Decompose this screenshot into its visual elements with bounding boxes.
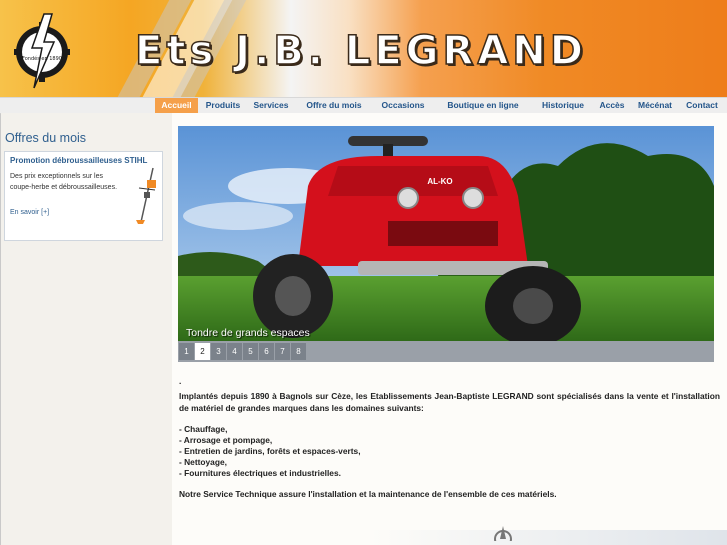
mower-brand: AL-KO (427, 177, 452, 186)
nav-item-services[interactable]: Services (251, 98, 291, 113)
nav-item-mecenat[interactable]: Mécénat (635, 98, 675, 113)
promo-more-link[interactable]: En savoir [+] (10, 209, 49, 216)
sidebar: Offres du mois Promotion débroussailleus… (1, 113, 172, 545)
nav-item-offre-du-mois[interactable]: Offre du mois (303, 98, 365, 113)
promo-text: Des prix exceptionnels sur les coupe-her… (10, 173, 118, 191)
nav-item-boutique[interactable]: Boutique en ligne (445, 98, 521, 113)
domains-list: - Chauffage, - Arrosage et pompage, - En… (179, 424, 361, 479)
list-item: - Chauffage, (179, 424, 228, 434)
image-slider[interactable]: AL-KO Tondre de grands espaces 1 2 3 4 5… (178, 126, 714, 362)
nav-item-accueil[interactable]: Accueil (155, 98, 198, 113)
list-item: - Fournitures électriques et industriell… (179, 468, 341, 478)
list-item: - Arrosage et pompage, (179, 435, 273, 445)
gear-icon (494, 526, 512, 541)
sidebar-heading: Offres du mois (5, 131, 87, 145)
slider-page-1[interactable]: 1 (179, 343, 194, 360)
nav-item-historique[interactable]: Historique (538, 98, 588, 113)
main-nav: Accueil Produits Services Offre du mois … (0, 97, 727, 114)
slider-page-2[interactable]: 2 (195, 343, 210, 360)
intro-paragraph: Implantés depuis 1890 à Bagnols sur Cèze… (179, 391, 720, 413)
slider-page-4[interactable]: 4 (227, 343, 242, 360)
logo-text: Fondés en 1890 (22, 55, 62, 62)
promo-title[interactable]: Promotion débroussailleuses STIHL (10, 156, 147, 165)
list-item: - Nettoyage, (179, 457, 227, 467)
slide-caption: Tondre de grands espaces (186, 327, 310, 339)
nav-item-occasions[interactable]: Occasions (378, 98, 428, 113)
nav-item-contact[interactable]: Contact (683, 98, 721, 113)
promo-card: Promotion débroussailleuses STIHL Des pr… (4, 151, 163, 241)
service-note: Notre Service Technique assure l'install… (179, 489, 557, 499)
slider-page-5[interactable]: 5 (243, 343, 258, 360)
stray-dot: . (179, 376, 182, 386)
site-header: Fondés en 1890 Ets J.B. LEGRAND (0, 0, 727, 97)
slider-page-8[interactable]: 8 (291, 343, 306, 360)
list-item: - Entretien de jardins, forêts et espace… (179, 446, 361, 456)
nav-item-produits[interactable]: Produits (203, 98, 243, 113)
slider-pager: 1 2 3 4 5 6 7 8 (178, 341, 714, 362)
slider-page-7[interactable]: 7 (275, 343, 290, 360)
brushcutter-image[interactable] (133, 166, 159, 226)
slider-page-3[interactable]: 3 (211, 343, 226, 360)
company-logo[interactable]: Fondés en 1890 (14, 12, 70, 90)
nav-item-acces[interactable]: Accès (596, 98, 628, 113)
bottom-decoration (370, 526, 727, 545)
slider-page-6[interactable]: 6 (259, 343, 274, 360)
mower-photo: AL-KO (178, 126, 714, 341)
site-title: Ets J.B. LEGRAND (134, 27, 587, 75)
